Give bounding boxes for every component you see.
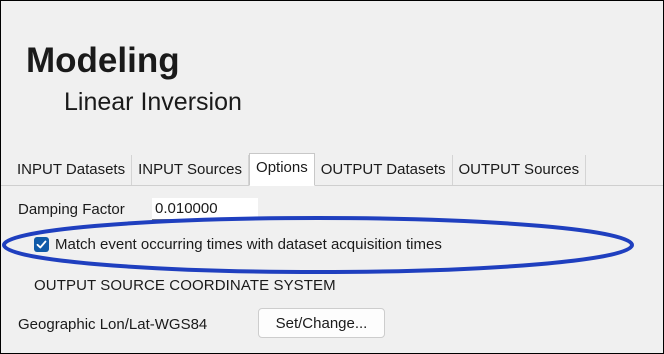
- match-times-option[interactable]: Match event occurring times with dataset…: [34, 236, 442, 253]
- set-change-button[interactable]: Set/Change...: [258, 308, 385, 338]
- tab-output-sources[interactable]: OUTPUT Sources: [453, 155, 587, 185]
- tab-bar: INPUT Datasets INPUT Sources Options OUT…: [1, 152, 663, 186]
- coordinate-system-value: Geographic Lon/Lat-WGS84: [18, 316, 208, 333]
- damping-factor-input[interactable]: [152, 198, 258, 220]
- tab-options[interactable]: Options: [249, 153, 315, 186]
- damping-factor-label: Damping Factor: [18, 201, 125, 218]
- modeling-panel: Modeling Linear Inversion INPUT Datasets…: [0, 0, 664, 354]
- match-times-label: Match event occurring times with dataset…: [55, 236, 442, 253]
- tab-output-datasets[interactable]: OUTPUT Datasets: [315, 155, 453, 185]
- tab-input-sources[interactable]: INPUT Sources: [132, 155, 250, 185]
- coordinate-system-heading: OUTPUT SOURCE COORDINATE SYSTEM: [34, 277, 336, 294]
- page-subtitle: Linear Inversion: [64, 88, 242, 116]
- tab-input-datasets[interactable]: INPUT Datasets: [1, 155, 133, 185]
- checkmark-icon: [36, 240, 47, 249]
- match-times-checkbox[interactable]: [34, 237, 49, 252]
- page-title: Modeling: [26, 41, 180, 80]
